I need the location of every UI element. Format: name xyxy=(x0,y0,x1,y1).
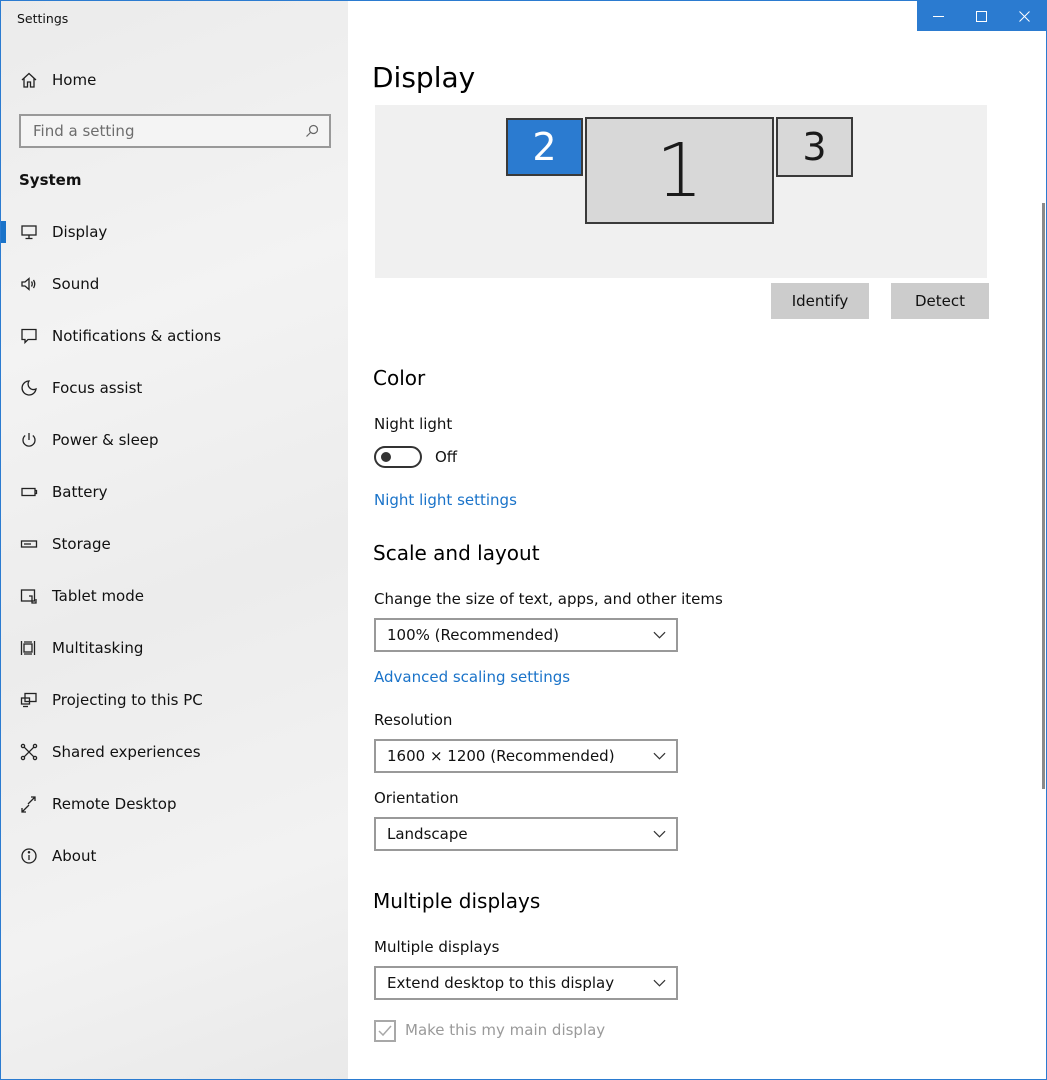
shared-experiences-icon xyxy=(19,742,39,762)
sidebar-item-label: Display xyxy=(52,223,108,241)
sidebar-item-label: Notifications & actions xyxy=(52,327,222,345)
sidebar-item-label: Sound xyxy=(52,275,100,293)
advanced-scaling-link[interactable]: Advanced scaling settings xyxy=(374,668,570,686)
speech-bubble-icon xyxy=(19,326,39,346)
sidebar-item-label: Projecting to this PC xyxy=(52,691,203,709)
toggle-knob xyxy=(381,452,391,462)
close-icon xyxy=(1019,10,1030,22)
multiple-displays-section-title: Multiple displays xyxy=(373,889,541,913)
main-display-label: Make this my main display xyxy=(405,1021,606,1039)
sidebar-item-projecting[interactable]: Projecting to this PC xyxy=(1,674,348,726)
orientation-label: Orientation xyxy=(374,789,459,807)
sidebar-item-tablet-mode[interactable]: Tablet mode xyxy=(1,570,348,622)
resolution-label: Resolution xyxy=(374,711,453,729)
sidebar-item-focus-assist[interactable]: Focus assist xyxy=(1,362,348,414)
sidebar-item-display[interactable]: Display xyxy=(1,206,348,258)
sidebar-item-storage[interactable]: Storage xyxy=(1,518,348,570)
sidebar-item-label: Multitasking xyxy=(52,639,144,657)
night-light-toggle[interactable] xyxy=(374,446,422,468)
close-button[interactable] xyxy=(1003,1,1046,31)
group-label-system: System xyxy=(19,171,82,189)
search-icon[interactable] xyxy=(295,116,329,146)
identify-button[interactable]: Identify xyxy=(771,283,869,319)
home-icon xyxy=(19,70,39,90)
scale-dropdown[interactable]: 100% (Recommended) xyxy=(374,618,678,652)
multitasking-icon xyxy=(19,638,39,658)
chevron-down-icon xyxy=(642,741,676,771)
sidebar-item-battery[interactable]: Battery xyxy=(1,466,348,518)
sidebar-item-about[interactable]: About xyxy=(1,830,348,882)
power-icon xyxy=(19,430,39,450)
settings-window: Settings Home Find a setting System Disp… xyxy=(0,0,1047,1080)
multiple-displays-value: Extend desktop to this display xyxy=(387,974,615,992)
resolution-value: 1600 × 1200 (Recommended) xyxy=(387,747,615,765)
sidebar-item-remote-desktop[interactable]: Remote Desktop xyxy=(1,778,348,830)
search-placeholder: Find a setting xyxy=(33,122,135,140)
projecting-icon xyxy=(19,690,39,710)
multiple-displays-label: Multiple displays xyxy=(374,938,500,956)
orientation-dropdown[interactable]: Landscape xyxy=(374,817,678,851)
monitor-arrangement[interactable]: 2 1 3 xyxy=(375,105,987,278)
main-content: Display 2 1 3 Identify Detect Color Nigh… xyxy=(348,1,1046,1079)
maximize-button[interactable] xyxy=(960,1,1003,31)
sidebar-item-label: Tablet mode xyxy=(52,587,144,605)
moon-icon xyxy=(19,378,39,398)
resolution-dropdown[interactable]: 1600 × 1200 (Recommended) xyxy=(374,739,678,773)
monitor-3[interactable]: 3 xyxy=(776,117,853,177)
night-light-state: Off xyxy=(435,448,458,466)
info-icon xyxy=(19,846,39,866)
tablet-icon xyxy=(19,586,39,606)
sidebar: Settings Home Find a setting System Disp… xyxy=(1,1,348,1079)
color-section-title: Color xyxy=(373,366,426,390)
chevron-down-icon xyxy=(642,620,676,650)
sidebar-item-label: Power & sleep xyxy=(52,431,159,449)
sidebar-item-label: About xyxy=(52,847,97,865)
minimize-button[interactable] xyxy=(917,1,960,31)
search-input[interactable]: Find a setting xyxy=(19,114,331,148)
page-title: Display xyxy=(372,61,476,94)
scale-section-title: Scale and layout xyxy=(373,541,540,565)
sidebar-item-notifications[interactable]: Notifications & actions xyxy=(1,310,348,362)
sidebar-item-label: Remote Desktop xyxy=(52,795,177,813)
nav-list: Display Sound Notifications & actions Fo… xyxy=(1,206,348,882)
window-controls xyxy=(917,1,1046,31)
sidebar-item-label: Focus assist xyxy=(52,379,143,397)
sidebar-item-label: Battery xyxy=(52,483,108,501)
night-light-settings-link[interactable]: Night light settings xyxy=(374,491,517,509)
night-light-label: Night light xyxy=(374,415,453,433)
sidebar-item-power-sleep[interactable]: Power & sleep xyxy=(1,414,348,466)
storage-drive-icon xyxy=(19,534,39,554)
checkmark-icon xyxy=(378,1025,392,1037)
detect-button[interactable]: Detect xyxy=(891,283,989,319)
home-label: Home xyxy=(52,71,97,89)
scale-value: 100% (Recommended) xyxy=(387,626,559,644)
battery-icon xyxy=(19,482,39,502)
home-nav-item[interactable]: Home xyxy=(19,67,96,93)
monitor-icon xyxy=(19,222,39,242)
monitor-2[interactable]: 2 xyxy=(506,118,583,176)
sidebar-item-shared-experiences[interactable]: Shared experiences xyxy=(1,726,348,778)
minimize-icon xyxy=(933,15,944,17)
speaker-icon xyxy=(19,274,39,294)
sidebar-item-multitasking[interactable]: Multitasking xyxy=(1,622,348,674)
chevron-down-icon xyxy=(642,819,676,849)
maximize-icon xyxy=(976,10,987,22)
remote-desktop-icon xyxy=(19,794,39,814)
main-display-checkbox[interactable] xyxy=(374,1020,396,1042)
orientation-value: Landscape xyxy=(387,825,468,843)
sidebar-item-label: Shared experiences xyxy=(52,743,201,761)
sidebar-item-sound[interactable]: Sound xyxy=(1,258,348,310)
text-size-label: Change the size of text, apps, and other… xyxy=(374,590,723,608)
monitor-1[interactable]: 1 xyxy=(585,117,774,224)
scrollbar[interactable] xyxy=(1042,203,1045,789)
app-title: Settings xyxy=(17,11,69,26)
multiple-displays-dropdown[interactable]: Extend desktop to this display xyxy=(374,966,678,1000)
chevron-down-icon xyxy=(642,968,676,998)
sidebar-item-label: Storage xyxy=(52,535,111,553)
